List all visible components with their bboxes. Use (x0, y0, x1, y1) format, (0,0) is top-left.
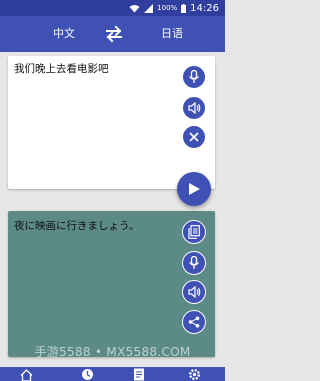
send-icon (189, 183, 200, 195)
output-card: 夜に映画に行きましょう。 (8, 211, 215, 357)
microphone-icon (188, 70, 200, 83)
speaker-icon (187, 286, 200, 298)
battery-percent: 100% (157, 4, 178, 12)
swap-languages-button[interactable] (104, 25, 124, 43)
microphone-icon (188, 256, 200, 269)
target-language-selector[interactable]: 日语 (142, 16, 202, 52)
home-icon (20, 368, 32, 381)
translate-button[interactable] (177, 172, 211, 206)
settings-icon (188, 368, 200, 381)
status-time: 14:26 (190, 2, 219, 14)
input-card: 我们晚上去看电影吧 (8, 56, 215, 189)
notes-icon (134, 368, 144, 381)
voice-input-button[interactable] (182, 65, 206, 89)
nav-settings[interactable] (187, 368, 201, 381)
share-translation-button[interactable] (182, 310, 206, 334)
input-text-field[interactable]: 我们晚上去看电影吧 (14, 62, 174, 76)
nav-notes[interactable] (132, 368, 146, 381)
nav-recent[interactable] (80, 368, 94, 381)
close-icon (189, 132, 199, 142)
source-language-selector[interactable]: 中文 (34, 16, 94, 52)
voice-output-button[interactable] (182, 251, 206, 275)
signal-icon (144, 3, 154, 13)
speak-input-button[interactable] (182, 96, 206, 120)
copy-translation-button[interactable] (182, 220, 206, 244)
wifi-icon (129, 4, 140, 12)
speaker-icon (187, 102, 200, 114)
recent-icon (81, 369, 93, 380)
status-bar: 100% 14:26 (0, 0, 225, 16)
translation-result: 夜に映画に行きましょう。 (14, 220, 140, 232)
copy-icon (188, 225, 200, 239)
speak-translation-button[interactable] (182, 280, 206, 304)
clear-input-button[interactable] (182, 125, 206, 149)
swap-icon (106, 25, 122, 43)
language-toolbar: 中文 日语 (0, 16, 225, 52)
battery-icon (181, 3, 187, 13)
bottom-navigation (0, 367, 225, 381)
status-bar-right: 100% 14:26 (129, 1, 219, 15)
share-icon (188, 316, 200, 328)
nav-home[interactable] (19, 368, 33, 381)
